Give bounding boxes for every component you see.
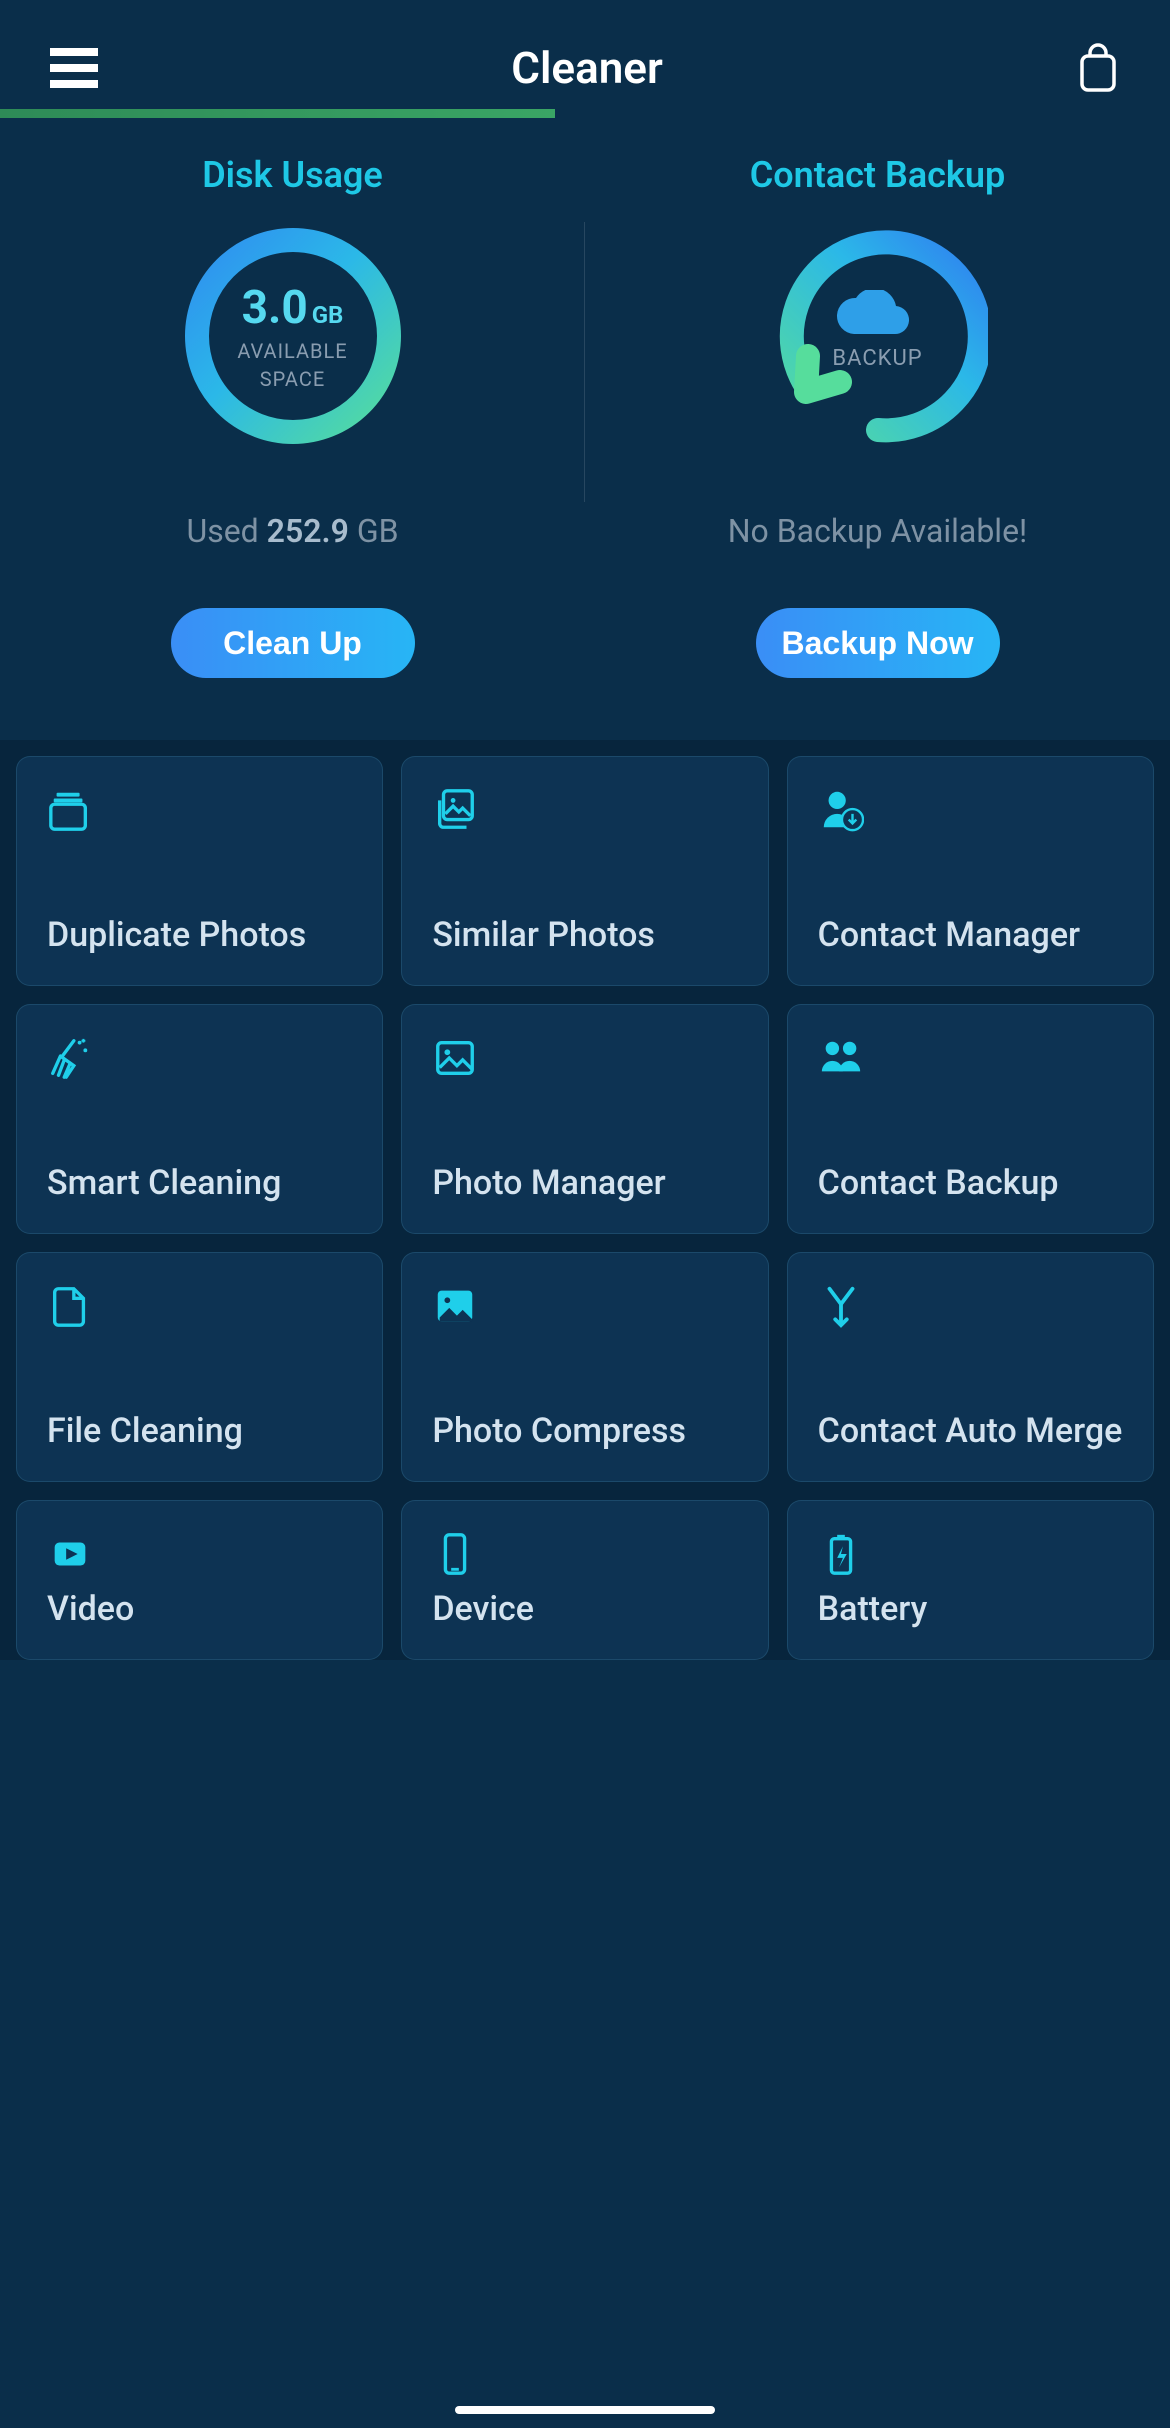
tool-tile-contact-auto-merge[interactable]: Contact Auto Merge: [787, 1252, 1154, 1482]
tool-label: File Cleaning: [47, 1412, 352, 1451]
person-down-icon: [818, 787, 864, 833]
used-prefix: Used: [186, 512, 266, 550]
home-indicator[interactable]: [455, 2406, 715, 2414]
disk-usage-ring[interactable]: 3.0 GB AVAILABLE SPACE: [183, 226, 403, 446]
photo-stack-icon: [432, 787, 478, 833]
used-suffix: GB: [349, 512, 399, 550]
tool-tile-file-cleaning[interactable]: File Cleaning: [16, 1252, 383, 1482]
backup-status: No Backup Available!: [728, 512, 1028, 550]
tool-label: Duplicate Photos: [47, 916, 352, 955]
tool-label: Contact Backup: [818, 1164, 1123, 1203]
contact-backup-panel: Contact Backup BACKUP No: [585, 154, 1170, 678]
disk-usage-panel: Disk Usage 3.0 GB AVAILABLE SPACE: [0, 154, 585, 678]
tool-label: Photo Compress: [432, 1412, 737, 1451]
contact-backup-title: Contact Backup: [750, 154, 1006, 196]
merge-icon: [818, 1283, 864, 1329]
overview-section: Disk Usage 3.0 GB AVAILABLE SPACE: [0, 130, 1170, 678]
file-icon: [47, 1283, 93, 1329]
tool-label: Contact Auto Merge: [818, 1412, 1123, 1451]
menu-icon[interactable]: [50, 48, 98, 88]
shop-icon[interactable]: [1076, 42, 1120, 94]
backup-ring[interactable]: BACKUP: [768, 226, 988, 446]
used-space-label: Used 252.9 GB: [186, 512, 398, 550]
broom-icon: [47, 1035, 93, 1081]
tool-label: Video: [47, 1590, 352, 1629]
tool-tile-video[interactable]: Video: [16, 1500, 383, 1660]
tool-label: Similar Photos: [432, 916, 737, 955]
tool-tile-duplicate-photos[interactable]: Duplicate Photos: [16, 756, 383, 986]
loading-progress: [0, 109, 555, 118]
tool-label: Device: [432, 1590, 737, 1629]
tools-section: Duplicate Photos Similar Photos Contact Ma…: [0, 740, 1170, 1660]
device-icon: [432, 1531, 478, 1577]
tool-tile-photo-manager[interactable]: Photo Manager: [401, 1004, 768, 1234]
battery-icon: [818, 1531, 864, 1577]
people-icon: [818, 1035, 864, 1081]
tool-label: Battery: [818, 1590, 1123, 1629]
page-title: Cleaner: [511, 42, 663, 94]
tool-tile-device[interactable]: Device: [401, 1500, 768, 1660]
tool-tile-contact-backup[interactable]: Contact Backup: [787, 1004, 1154, 1234]
tool-label: Contact Manager: [818, 916, 1123, 955]
disk-usage-title: Disk Usage: [202, 154, 383, 196]
tool-tile-similar-photos[interactable]: Similar Photos: [401, 756, 768, 986]
used-value: 252.9: [267, 512, 349, 550]
tool-tile-battery[interactable]: Battery: [787, 1500, 1154, 1660]
video-icon: [47, 1531, 93, 1577]
tool-label: Smart Cleaning: [47, 1164, 352, 1203]
tool-tile-photo-compress[interactable]: Photo Compress: [401, 1252, 768, 1482]
tool-tile-contact-manager[interactable]: Contact Manager: [787, 756, 1154, 986]
tool-label: Photo Manager: [432, 1164, 737, 1203]
photo-fill-icon: [432, 1283, 478, 1329]
photo-icon: [432, 1035, 478, 1081]
backup-now-button[interactable]: Backup Now: [756, 608, 1000, 678]
stacked-photos-icon: [47, 787, 93, 833]
clean-up-button[interactable]: Clean Up: [171, 608, 415, 678]
tool-tile-smart-cleaning[interactable]: Smart Cleaning: [16, 1004, 383, 1234]
